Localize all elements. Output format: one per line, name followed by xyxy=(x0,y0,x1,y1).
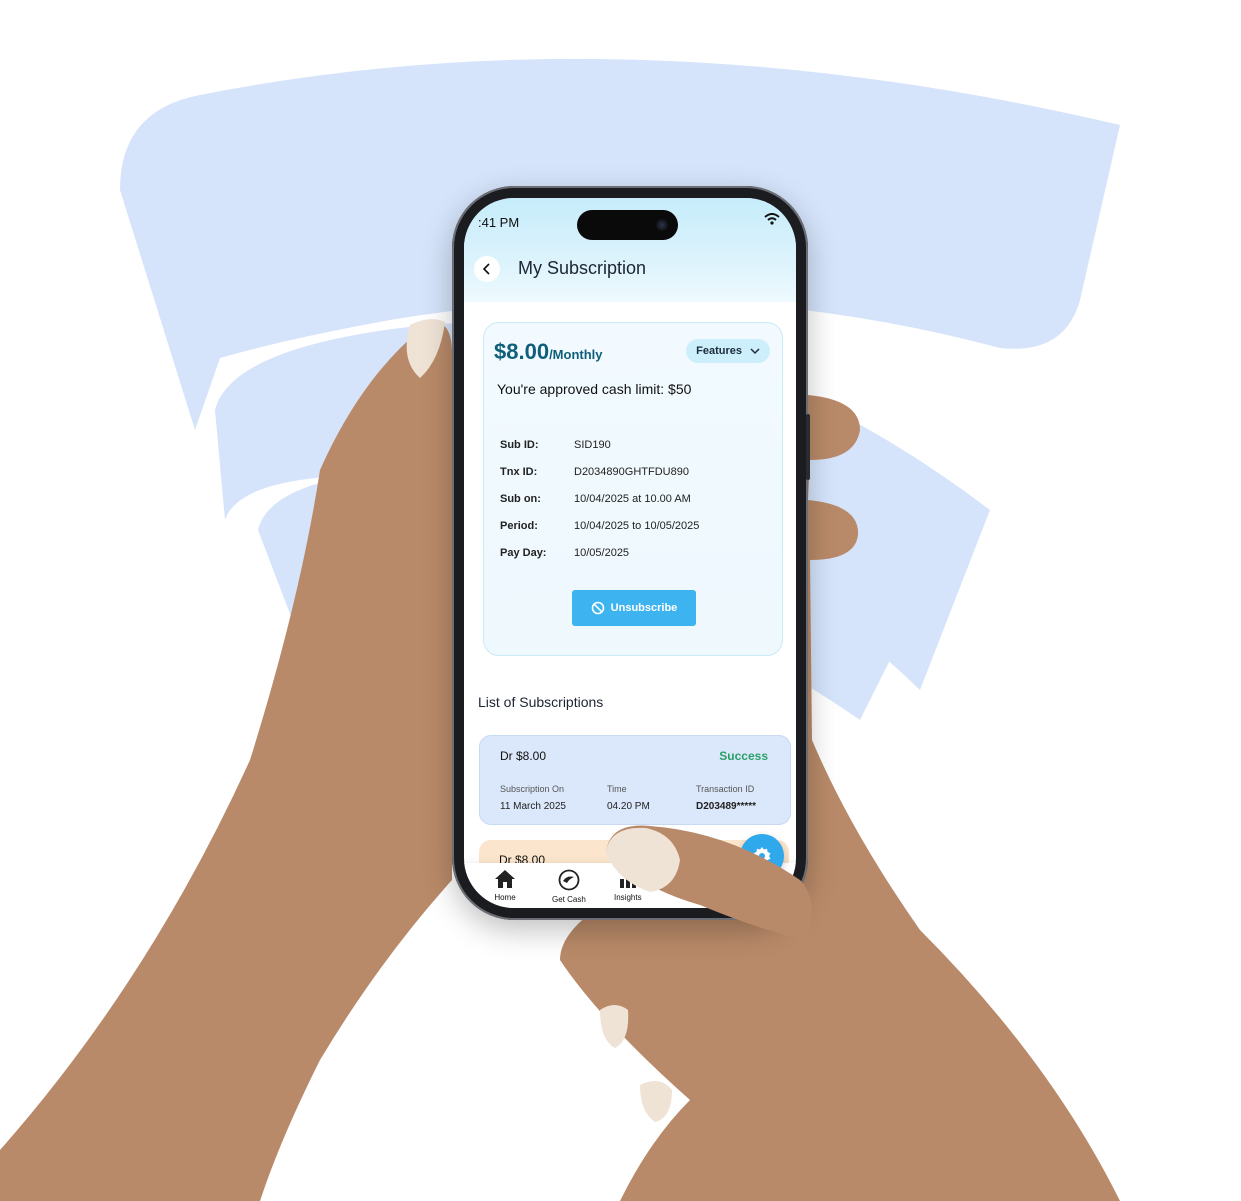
thumb-overlay xyxy=(606,825,812,940)
